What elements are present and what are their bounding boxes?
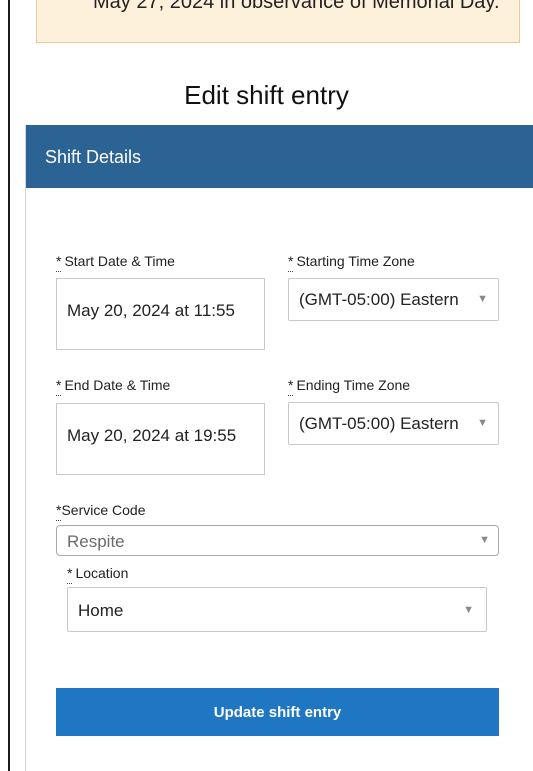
edit-shift-page: May 27, 2024 in observance of Memorial D… bbox=[0, 0, 533, 771]
start-timezone-select[interactable]: (GMT-05:00) Eastern ▼ bbox=[288, 278, 499, 321]
start-datetime-label: * Start Date & Time bbox=[56, 253, 175, 272]
end-timezone-value: (GMT-05:00) Eastern bbox=[299, 414, 459, 433]
required-marker: * bbox=[56, 377, 62, 396]
chevron-down-icon: ▼ bbox=[477, 293, 488, 305]
left-border-rule bbox=[8, 0, 10, 771]
end-datetime-label: * End Date & Time bbox=[56, 377, 171, 396]
card-header-title: Shift Details bbox=[45, 147, 142, 167]
location-label-text: Location bbox=[75, 565, 129, 581]
start-datetime-value: May 20, 2024 at 11:55 bbox=[67, 301, 235, 320]
end-timezone-label: * Ending Time Zone bbox=[288, 377, 411, 396]
service-code-value: Respite bbox=[67, 532, 125, 551]
location-label: * Location bbox=[67, 565, 129, 584]
start-timezone-value: (GMT-05:00) Eastern bbox=[299, 290, 459, 309]
end-datetime-input[interactable]: May 20, 2024 at 19:55 bbox=[56, 403, 265, 475]
required-marker: * bbox=[288, 377, 294, 396]
end-datetime-value: May 20, 2024 at 19:55 bbox=[67, 426, 237, 445]
update-shift-entry-button[interactable]: Update shift entry bbox=[56, 688, 499, 736]
start-timezone-label-text: Starting Time Zone bbox=[296, 253, 415, 269]
required-marker: * bbox=[56, 253, 62, 272]
notice-banner-text: May 27, 2024 in observance of Memorial D… bbox=[93, 0, 500, 13]
start-datetime-label-text: Start Date & Time bbox=[64, 253, 175, 269]
page-title: Edit shift entry bbox=[184, 80, 349, 110]
chevron-down-icon: ▼ bbox=[479, 534, 490, 546]
start-datetime-input[interactable]: May 20, 2024 at 11:55 bbox=[56, 278, 265, 350]
end-datetime-label-text: End Date & Time bbox=[64, 377, 171, 393]
location-value: Home bbox=[78, 601, 124, 620]
service-code-label: *Service Code bbox=[56, 502, 146, 521]
start-timezone-label: * Starting Time Zone bbox=[288, 253, 415, 272]
service-code-select[interactable]: Respite ▼ bbox=[56, 525, 499, 556]
required-marker: * bbox=[67, 565, 73, 584]
card-header: Shift Details bbox=[26, 125, 533, 188]
end-timezone-label-text: Ending Time Zone bbox=[296, 377, 411, 393]
location-select[interactable]: Home ▼ bbox=[67, 587, 487, 632]
notice-banner: May 27, 2024 in observance of Memorial D… bbox=[36, 0, 520, 43]
required-marker: * bbox=[288, 253, 294, 272]
chevron-down-icon: ▼ bbox=[477, 417, 488, 429]
end-timezone-select[interactable]: (GMT-05:00) Eastern ▼ bbox=[288, 402, 499, 445]
service-code-label-text: Service Code bbox=[61, 502, 146, 518]
chevron-down-icon: ▼ bbox=[463, 604, 474, 616]
required-marker: * bbox=[56, 502, 62, 521]
